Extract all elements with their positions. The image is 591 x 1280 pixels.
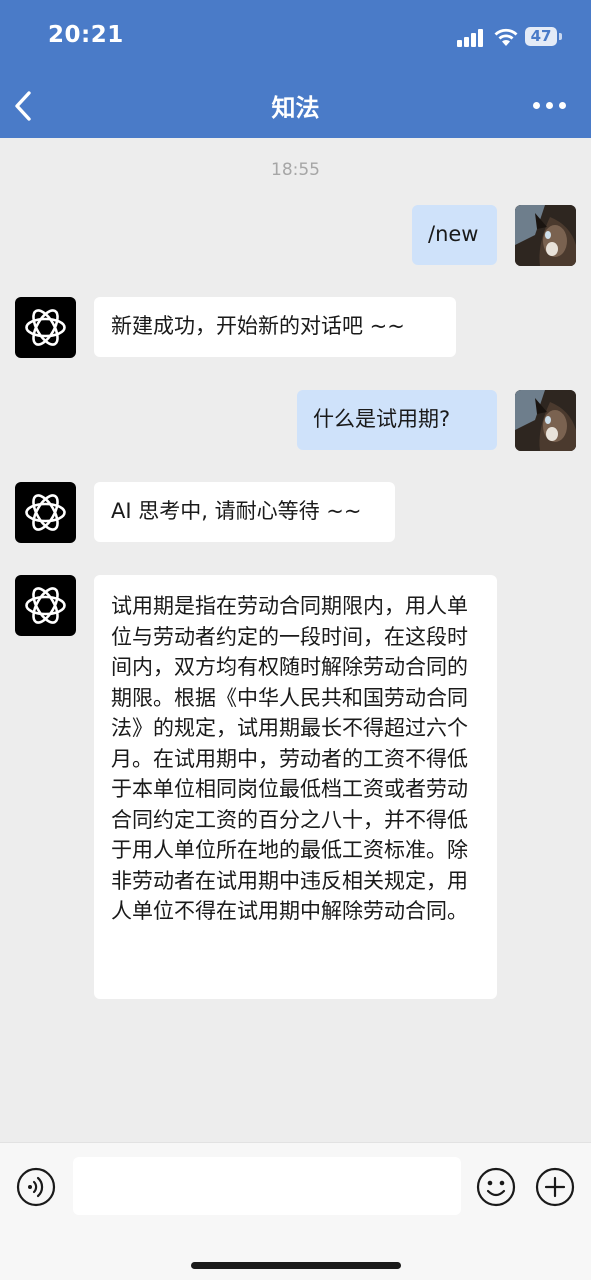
status-time: 20:21 [48,22,124,48]
battery-tip [559,33,562,40]
openai-logo-icon [25,309,66,346]
openai-logo-icon [25,494,66,531]
header: 20:21 47 知法 [0,0,591,138]
wifi-icon [494,28,518,46]
user-message-bubble[interactable]: 什么是试用期? [297,390,497,450]
bot-avatar[interactable] [15,575,76,636]
home-indicator [191,1262,401,1269]
message-input[interactable] [73,1157,461,1215]
plus-icon[interactable] [535,1167,575,1207]
bot-avatar[interactable] [15,482,76,543]
cat-photo [515,205,576,266]
bot-message-bubble[interactable]: 新建成功，开始新的对话吧 ~~ [94,297,456,357]
emoji-icon[interactable] [476,1167,516,1207]
user-avatar[interactable] [515,205,576,266]
battery-icon: 47 [525,27,557,46]
input-bar [0,1142,591,1280]
message-timestamp: 18:55 [271,160,320,180]
bot-avatar[interactable] [15,297,76,358]
more-dots-icon[interactable] [533,100,567,112]
signal-icon [457,29,485,47]
cat-photo [515,390,576,451]
bot-message-bubble[interactable]: AI 思考中, 请耐心等待 ~~ [94,482,395,542]
bot-message-bubble[interactable]: 试用期是指在劳动合同期限内，用人单位与劳动者约定的一段时间，在这段时间内，双方均… [94,575,497,999]
openai-logo-icon [25,587,66,624]
chat-title: 知法 [271,94,320,122]
voice-icon[interactable] [16,1167,56,1207]
user-avatar[interactable] [515,390,576,451]
user-message-bubble[interactable]: /new [412,205,497,265]
